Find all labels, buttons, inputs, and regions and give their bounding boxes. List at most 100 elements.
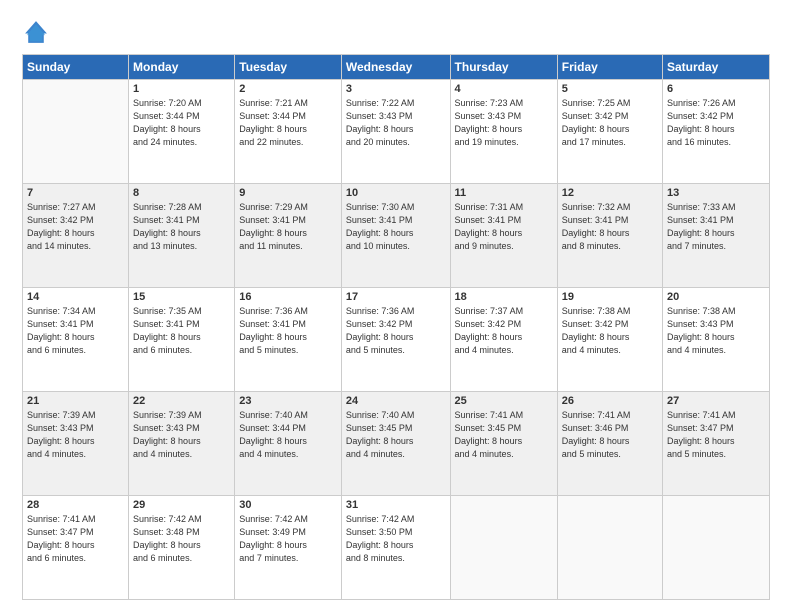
week-row-3: 14Sunrise: 7:34 AM Sunset: 3:41 PM Dayli… (23, 288, 770, 392)
day-info: Sunrise: 7:26 AM Sunset: 3:42 PM Dayligh… (667, 97, 765, 149)
day-number: 13 (667, 187, 765, 199)
calendar-cell: 11 Sunrise: 7:31 AM Sunset: 3:41 PM Dayli… (450, 184, 557, 288)
calendar-table: SundayMondayTuesdayWednesdayThursdayFrid… (22, 54, 770, 600)
calendar-cell: 26Sunrise: 7:41 AM Sunset: 3:46 PM Dayli… (557, 392, 662, 496)
day-info: Sunrise: 7:30 AM Sunset: 3:41 PM Dayligh… (346, 201, 446, 253)
day-info: Sunrise: 7:42 AM Sunset: 3:48 PM Dayligh… (133, 513, 230, 565)
day-number: 4 (455, 83, 553, 95)
day-number: 2 (239, 83, 337, 95)
calendar-cell: 17Sunrise: 7:36 AM Sunset: 3:42 PM Dayli… (341, 288, 450, 392)
calendar-cell: 1 Sunrise: 7:20 AM Sunset: 3:44 PM Daylig… (129, 80, 235, 184)
day-number: 22 (133, 395, 230, 407)
weekday-header-monday: Monday (129, 55, 235, 80)
day-number: 26 (562, 395, 658, 407)
weekday-header-wednesday: Wednesday (341, 55, 450, 80)
day-number: 21 (27, 395, 124, 407)
day-info: Sunrise: 7:42 AM Sunset: 3:50 PM Dayligh… (346, 513, 446, 565)
day-info: Sunrise: 7:35 AM Sunset: 3:41 PM Dayligh… (133, 305, 230, 357)
day-number: 23 (239, 395, 337, 407)
weekday-header-sunday: Sunday (23, 55, 129, 80)
day-number: 15 (133, 291, 230, 303)
day-number: 29 (133, 499, 230, 511)
calendar-cell (23, 80, 129, 184)
day-info: Sunrise: 7:39 AM Sunset: 3:43 PM Dayligh… (27, 409, 124, 461)
weekday-header-friday: Friday (557, 55, 662, 80)
calendar-cell: 19 Sunrise: 7:38 AM Sunset: 3:42 PM Dayli… (557, 288, 662, 392)
calendar-cell (557, 496, 662, 600)
calendar-cell: 18 Sunrise: 7:37 AM Sunset: 3:42 PM Dayli… (450, 288, 557, 392)
calendar-cell: 6 Sunrise: 7:26 AM Sunset: 3:42 PM Daylig… (663, 80, 770, 184)
day-info: Sunrise: 7:25 AM Sunset: 3:42 PM Dayligh… (562, 97, 658, 149)
day-info: Sunrise: 7:22 AM Sunset: 3:43 PM Dayligh… (346, 97, 446, 149)
calendar-cell: 29 Sunrise: 7:42 AM Sunset: 3:48 PM Dayli… (129, 496, 235, 600)
day-info: Sunrise: 7:27 AM Sunset: 3:42 PM Dayligh… (27, 201, 124, 253)
day-info: Sunrise: 7:21 AM Sunset: 3:44 PM Dayligh… (239, 97, 337, 149)
day-info: Sunrise: 7:38 AM Sunset: 3:42 PM Dayligh… (562, 305, 658, 357)
calendar-cell: 23 Sunrise: 7:40 AM Sunset: 3:44 PM Dayli… (235, 392, 342, 496)
day-number: 1 (133, 83, 230, 95)
logo-icon (22, 18, 50, 46)
calendar-cell: 21 Sunrise: 7:39 AM Sunset: 3:43 PM Dayli… (23, 392, 129, 496)
calendar-cell: 2 Sunrise: 7:21 AM Sunset: 3:44 PM Daylig… (235, 80, 342, 184)
day-number: 20 (667, 291, 765, 303)
week-row-1: 1 Sunrise: 7:20 AM Sunset: 3:44 PM Daylig… (23, 80, 770, 184)
calendar-cell: 20 Sunrise: 7:38 AM Sunset: 3:43 PM Dayli… (663, 288, 770, 392)
day-info: Sunrise: 7:34 AM Sunset: 3:41 PM Dayligh… (27, 305, 124, 357)
day-number: 12 (562, 187, 658, 199)
calendar-cell: 15 Sunrise: 7:35 AM Sunset: 3:41 PM Dayli… (129, 288, 235, 392)
day-info: Sunrise: 7:37 AM Sunset: 3:42 PM Dayligh… (455, 305, 553, 357)
day-number: 6 (667, 83, 765, 95)
calendar-cell: 4 Sunrise: 7:23 AM Sunset: 3:43 PM Daylig… (450, 80, 557, 184)
day-number: 9 (239, 187, 337, 199)
weekday-header-saturday: Saturday (663, 55, 770, 80)
day-number: 25 (455, 395, 553, 407)
day-number: 31 (346, 499, 446, 511)
weekday-header-thursday: Thursday (450, 55, 557, 80)
calendar-cell (663, 496, 770, 600)
header (22, 18, 770, 46)
calendar-cell: 12Sunrise: 7:32 AM Sunset: 3:41 PM Dayli… (557, 184, 662, 288)
day-number: 8 (133, 187, 230, 199)
weekday-header-row: SundayMondayTuesdayWednesdayThursdayFrid… (23, 55, 770, 80)
day-info: Sunrise: 7:28 AM Sunset: 3:41 PM Dayligh… (133, 201, 230, 253)
calendar-cell: 24 Sunrise: 7:40 AM Sunset: 3:45 PM Dayli… (341, 392, 450, 496)
day-info: Sunrise: 7:29 AM Sunset: 3:41 PM Dayligh… (239, 201, 337, 253)
calendar-cell: 14Sunrise: 7:34 AM Sunset: 3:41 PM Dayli… (23, 288, 129, 392)
calendar-cell: 9 Sunrise: 7:29 AM Sunset: 3:41 PM Daylig… (235, 184, 342, 288)
day-number: 5 (562, 83, 658, 95)
week-row-2: 7 Sunrise: 7:27 AM Sunset: 3:42 PM Daylig… (23, 184, 770, 288)
calendar-cell: 7 Sunrise: 7:27 AM Sunset: 3:42 PM Daylig… (23, 184, 129, 288)
weekday-header-tuesday: Tuesday (235, 55, 342, 80)
calendar-page: SundayMondayTuesdayWednesdayThursdayFrid… (0, 0, 792, 612)
day-info: Sunrise: 7:40 AM Sunset: 3:44 PM Dayligh… (239, 409, 337, 461)
calendar-cell: 3 Sunrise: 7:22 AM Sunset: 3:43 PM Daylig… (341, 80, 450, 184)
day-info: Sunrise: 7:36 AM Sunset: 3:41 PM Dayligh… (239, 305, 337, 357)
day-number: 27 (667, 395, 765, 407)
calendar-cell: 31 Sunrise: 7:42 AM Sunset: 3:50 PM Dayli… (341, 496, 450, 600)
day-number: 24 (346, 395, 446, 407)
calendar-cell: 22Sunrise: 7:39 AM Sunset: 3:43 PM Dayli… (129, 392, 235, 496)
day-info: Sunrise: 7:31 AM Sunset: 3:41 PM Dayligh… (455, 201, 553, 253)
day-info: Sunrise: 7:38 AM Sunset: 3:43 PM Dayligh… (667, 305, 765, 357)
day-info: Sunrise: 7:41 AM Sunset: 3:47 PM Dayligh… (667, 409, 765, 461)
day-number: 7 (27, 187, 124, 199)
day-number: 16 (239, 291, 337, 303)
day-number: 3 (346, 83, 446, 95)
logo (22, 18, 54, 46)
week-row-4: 21 Sunrise: 7:39 AM Sunset: 3:43 PM Dayli… (23, 392, 770, 496)
day-info: Sunrise: 7:40 AM Sunset: 3:45 PM Dayligh… (346, 409, 446, 461)
day-number: 11 (455, 187, 553, 199)
day-info: Sunrise: 7:41 AM Sunset: 3:45 PM Dayligh… (455, 409, 553, 461)
day-number: 18 (455, 291, 553, 303)
day-info: Sunrise: 7:23 AM Sunset: 3:43 PM Dayligh… (455, 97, 553, 149)
calendar-cell: 28 Sunrise: 7:41 AM Sunset: 3:47 PM Dayli… (23, 496, 129, 600)
calendar-cell: 25 Sunrise: 7:41 AM Sunset: 3:45 PM Dayli… (450, 392, 557, 496)
day-number: 19 (562, 291, 658, 303)
day-info: Sunrise: 7:20 AM Sunset: 3:44 PM Dayligh… (133, 97, 230, 149)
day-info: Sunrise: 7:41 AM Sunset: 3:47 PM Dayligh… (27, 513, 124, 565)
day-info: Sunrise: 7:33 AM Sunset: 3:41 PM Dayligh… (667, 201, 765, 253)
calendar-cell: 16 Sunrise: 7:36 AM Sunset: 3:41 PM Dayli… (235, 288, 342, 392)
calendar-cell (450, 496, 557, 600)
day-number: 30 (239, 499, 337, 511)
day-number: 28 (27, 499, 124, 511)
